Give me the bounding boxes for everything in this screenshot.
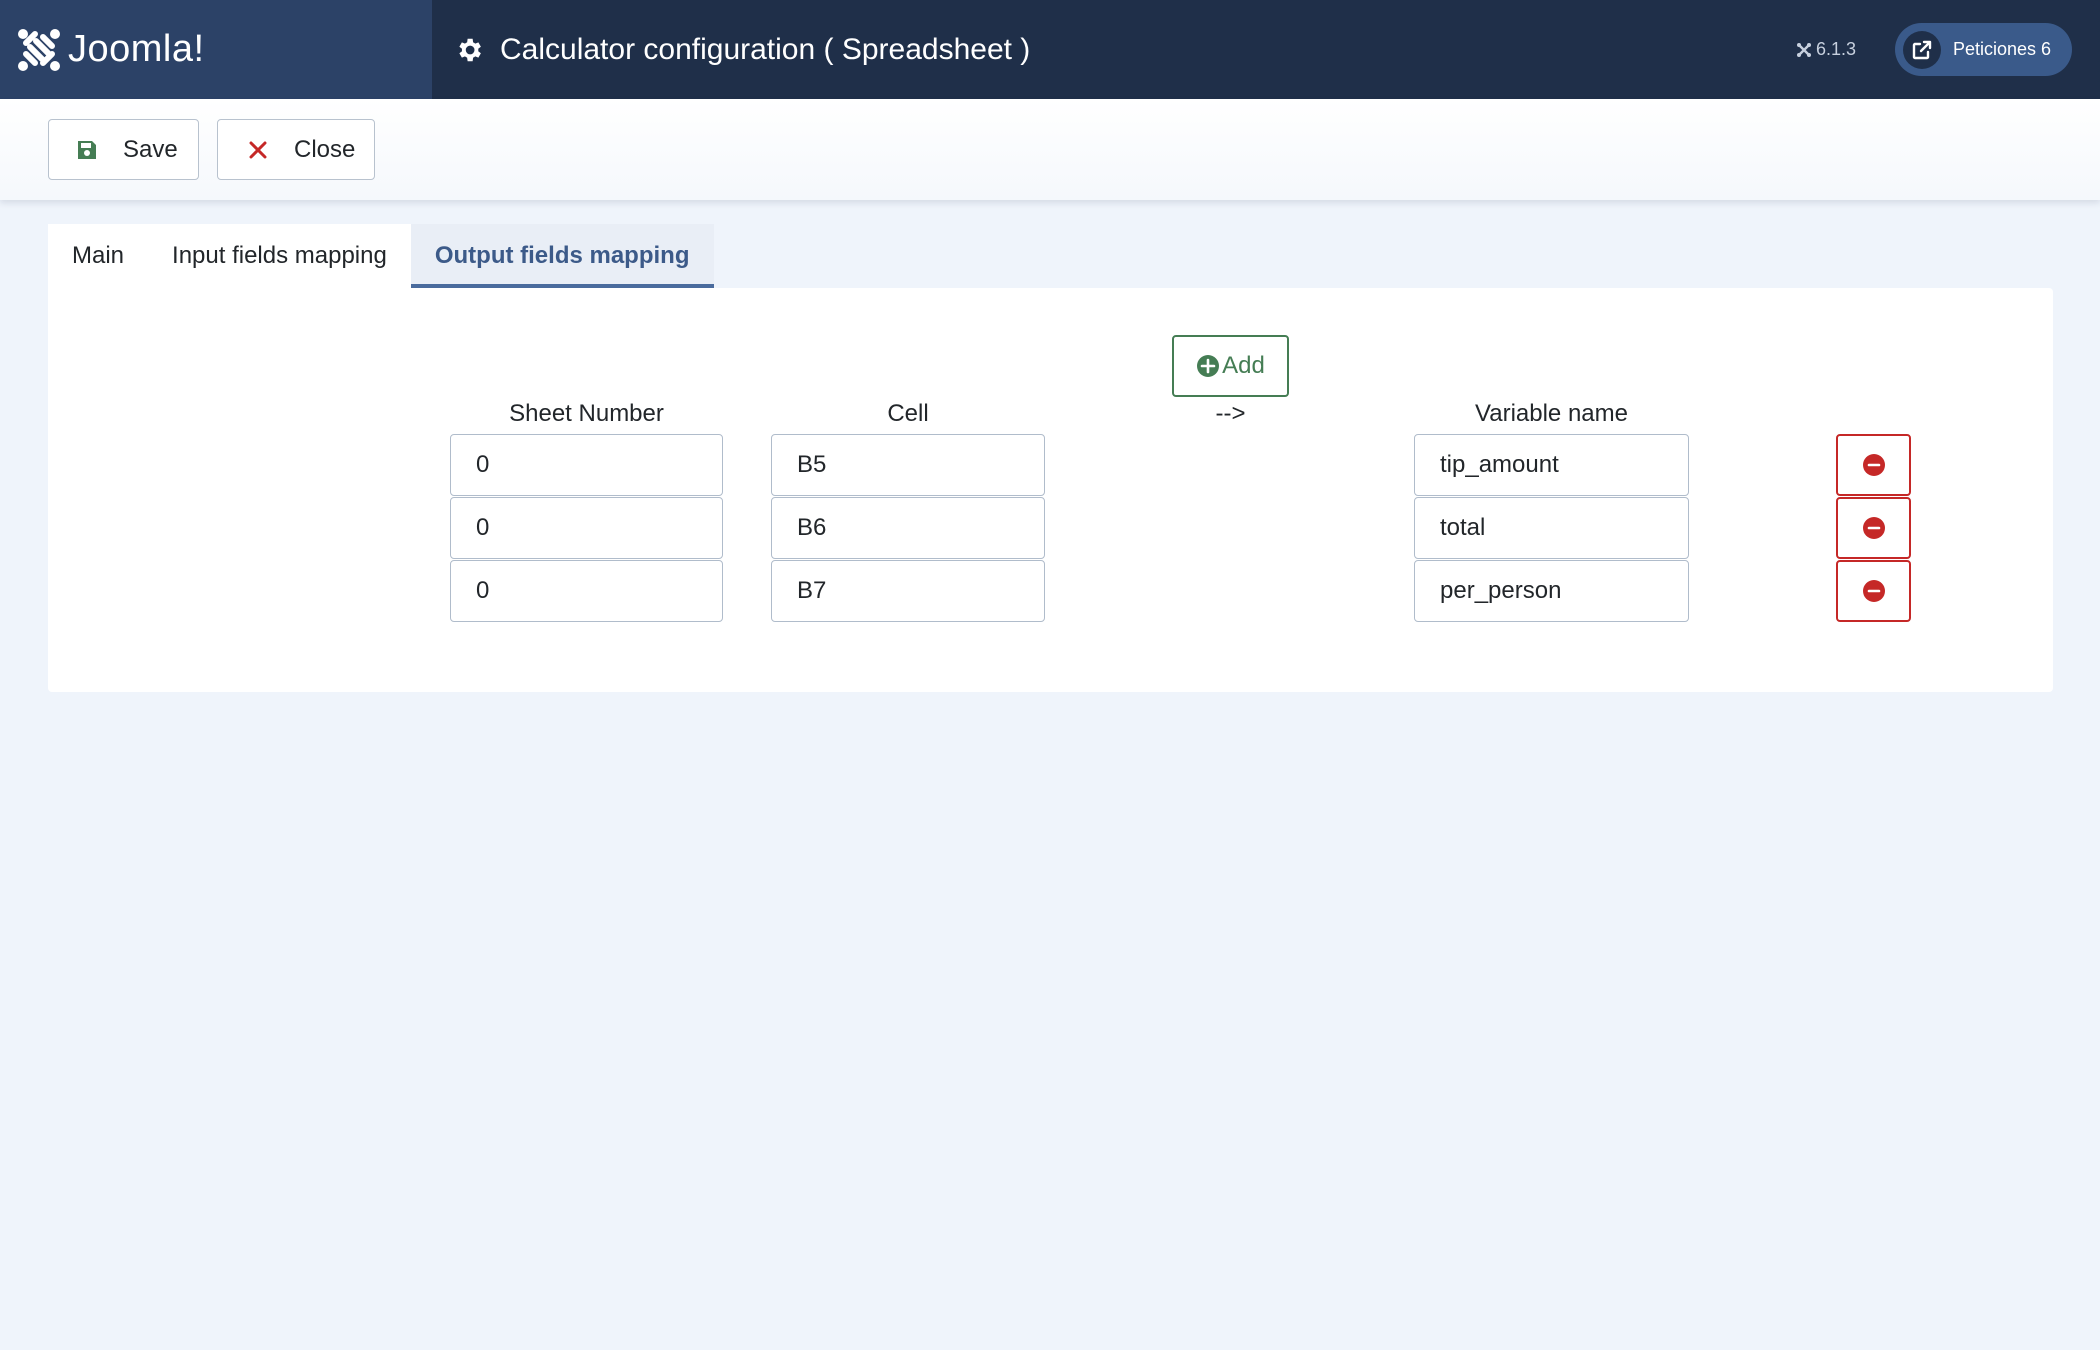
page-title-wrapper: Calculator configuration ( Spreadsheet ) xyxy=(454,0,1030,99)
x-icon xyxy=(249,141,267,158)
tab-input-fields-mapping[interactable]: Input fields mapping xyxy=(148,224,411,288)
column-header-sheet-number: Sheet Number xyxy=(509,400,664,427)
header-bar: Joomla! Calculator configuration ( Sprea… xyxy=(0,0,2100,99)
variable-name-field[interactable]: per_person xyxy=(1414,560,1689,622)
remove-row-button[interactable] xyxy=(1836,560,1911,622)
cell-field[interactable]: B7 xyxy=(771,560,1045,622)
variable-name-field[interactable]: total xyxy=(1414,497,1689,559)
requests-label: Peticiones 6 xyxy=(1953,39,2052,59)
sheet-number-field[interactable]: 0 xyxy=(450,497,723,559)
sheet-number-field[interactable]: 0 xyxy=(450,560,723,622)
cell-field[interactable]: B5 xyxy=(771,434,1045,496)
logo[interactable]: Joomla! xyxy=(0,0,432,99)
column-header-variable-name: Variable name xyxy=(1475,400,1628,427)
remove-row-button[interactable] xyxy=(1836,497,1911,559)
column-header-cell: Cell xyxy=(887,400,929,427)
tab-panel xyxy=(48,288,2053,692)
tab-output-fields-mapping[interactable]: Output fields mapping xyxy=(410,224,714,288)
save-label: Save xyxy=(123,135,178,163)
tab-bar: Main Input fields mapping Output fields … xyxy=(48,224,714,288)
page-title: Calculator configuration ( Spreadsheet ) xyxy=(500,32,1031,66)
floppy-disk-icon xyxy=(78,140,96,159)
version-number: 6.1.3 xyxy=(1816,39,1857,59)
gear-icon xyxy=(459,38,481,61)
variable-name-field[interactable]: tip_amount xyxy=(1414,434,1689,496)
joomla-small-icon xyxy=(1797,42,1811,57)
minus-circle-icon xyxy=(1862,580,1885,602)
version-info: 6.1.3 xyxy=(1796,0,1856,99)
minus-circle-icon xyxy=(1862,517,1885,539)
external-link-icon xyxy=(1912,40,1932,59)
external-link-icon-wrap xyxy=(1903,30,1941,69)
minus-circle-icon xyxy=(1862,454,1885,476)
logo-text: Joomla! xyxy=(68,28,205,70)
cell-field[interactable]: B6 xyxy=(771,497,1045,559)
save-button[interactable]: Save xyxy=(48,119,199,180)
sheet-number-field[interactable]: 0 xyxy=(450,434,723,496)
toolbar: Save Close xyxy=(0,99,2100,200)
add-row-button[interactable]: Add xyxy=(1172,335,1289,397)
close-label: Close xyxy=(294,135,356,163)
plus-circle-icon xyxy=(1197,355,1220,377)
add-label: Add xyxy=(1222,352,1265,379)
remove-row-button[interactable] xyxy=(1836,434,1911,496)
requests-button[interactable]: Peticiones 6 xyxy=(1895,23,2072,76)
tab-main[interactable]: Main xyxy=(48,224,148,288)
column-arrow: --> xyxy=(1215,400,1246,427)
close-button[interactable]: Close xyxy=(217,119,375,180)
joomla-logo-icon xyxy=(18,28,60,71)
